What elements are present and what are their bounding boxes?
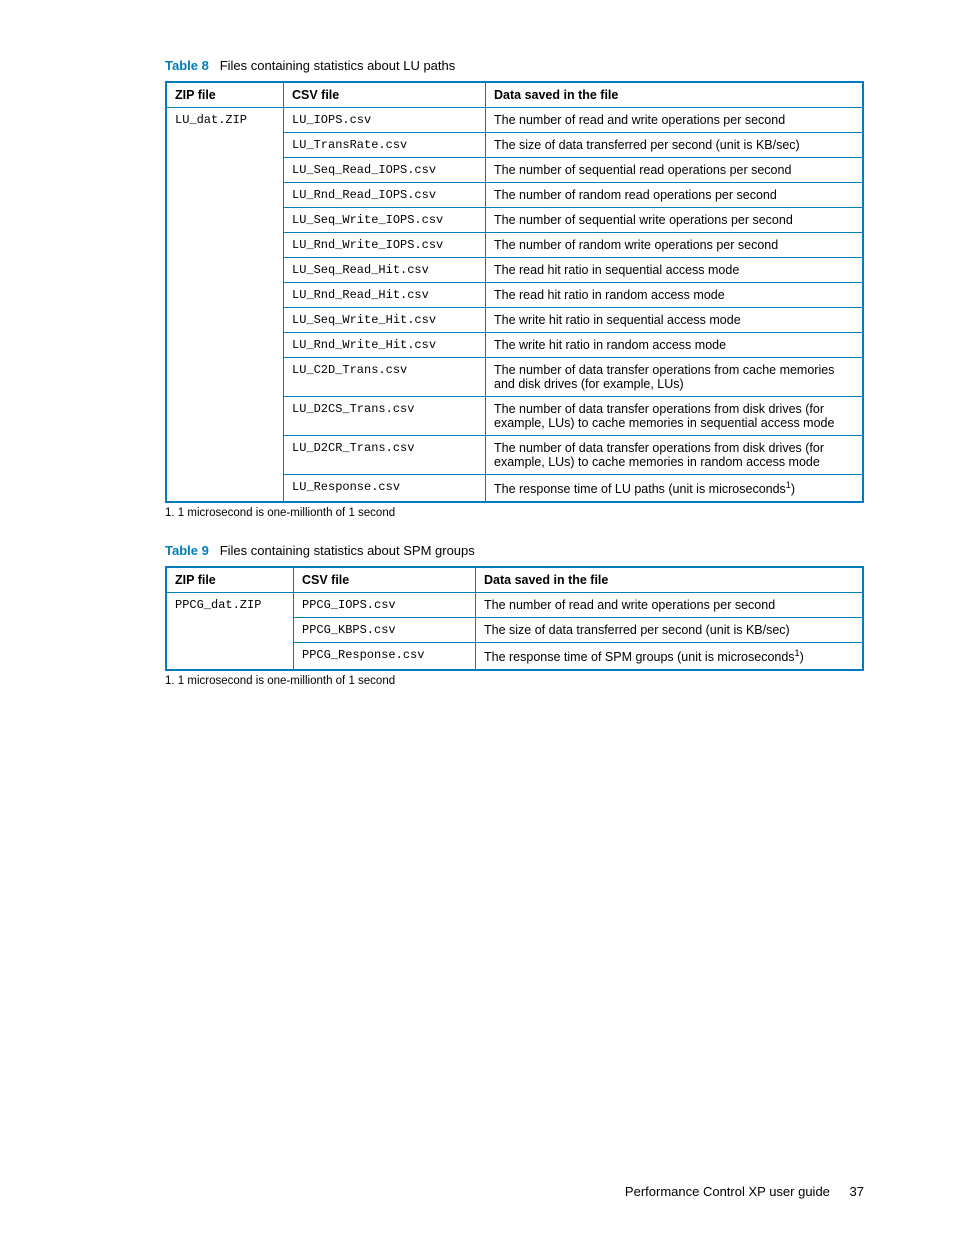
csv-cell: LU_Seq_Read_IOPS.csv bbox=[284, 158, 486, 183]
footer-page: 37 bbox=[850, 1184, 864, 1199]
desc-cell: The response time of SPM groups (unit is… bbox=[476, 643, 864, 671]
csv-cell: LU_Rnd_Read_Hit.csv bbox=[284, 283, 486, 308]
csv-cell: PPCG_IOPS.csv bbox=[294, 593, 476, 618]
desc-cell: The number of data transfer operations f… bbox=[486, 358, 864, 397]
footer-title: Performance Control XP user guide bbox=[625, 1184, 830, 1199]
table9: ZIP file CSV file Data saved in the file… bbox=[165, 566, 864, 671]
csv-cell: LU_Response.csv bbox=[284, 475, 486, 503]
table9-caption-text: Files containing statistics about SPM gr… bbox=[220, 543, 475, 558]
table8-header-data: Data saved in the file bbox=[486, 82, 864, 108]
desc-cell: The size of data transferred per second … bbox=[486, 133, 864, 158]
desc-cell: The number of random write operations pe… bbox=[486, 233, 864, 258]
csv-cell: PPCG_Response.csv bbox=[294, 643, 476, 671]
desc-cell: The number of sequential write operation… bbox=[486, 208, 864, 233]
table9-label: Table 9 bbox=[165, 543, 209, 558]
csv-cell: LU_Rnd_Write_Hit.csv bbox=[284, 333, 486, 358]
table8-label: Table 8 bbox=[165, 58, 209, 73]
csv-cell: LU_TransRate.csv bbox=[284, 133, 486, 158]
csv-cell: LU_Seq_Write_Hit.csv bbox=[284, 308, 486, 333]
table9-header-csv: CSV file bbox=[294, 567, 476, 593]
page-footer: Performance Control XP user guide 37 bbox=[625, 1184, 864, 1199]
table9-footnote: 1. 1 microsecond is one-millionth of 1 s… bbox=[165, 675, 864, 687]
desc-cell: The size of data transferred per second … bbox=[476, 618, 864, 643]
csv-cell: LU_Seq_Read_Hit.csv bbox=[284, 258, 486, 283]
table9-header-row: ZIP file CSV file Data saved in the file bbox=[166, 567, 863, 593]
table8: ZIP file CSV file Data saved in the file… bbox=[165, 81, 864, 503]
desc-cell: The number of sequential read operations… bbox=[486, 158, 864, 183]
table8-caption: Table 8 Files containing statistics abou… bbox=[165, 58, 864, 73]
zip-cell: LU_dat.ZIP bbox=[166, 108, 284, 503]
csv-cell: LU_D2CS_Trans.csv bbox=[284, 397, 486, 436]
desc-cell: The read hit ratio in random access mode bbox=[486, 283, 864, 308]
csv-cell: LU_IOPS.csv bbox=[284, 108, 486, 133]
table-row: PPCG_dat.ZIPPPCG_IOPS.csvThe number of r… bbox=[166, 593, 863, 618]
desc-cell: The number of data transfer operations f… bbox=[486, 436, 864, 475]
csv-cell: PPCG_KBPS.csv bbox=[294, 618, 476, 643]
desc-cell: The write hit ratio in random access mod… bbox=[486, 333, 864, 358]
desc-cell: The write hit ratio in sequential access… bbox=[486, 308, 864, 333]
desc-cell: The read hit ratio in sequential access … bbox=[486, 258, 864, 283]
csv-cell: LU_D2CR_Trans.csv bbox=[284, 436, 486, 475]
table8-header-csv: CSV file bbox=[284, 82, 486, 108]
desc-cell: The number of read and write operations … bbox=[476, 593, 864, 618]
csv-cell: LU_Rnd_Write_IOPS.csv bbox=[284, 233, 486, 258]
desc-cell: The response time of LU paths (unit is m… bbox=[486, 475, 864, 503]
csv-cell: LU_Seq_Write_IOPS.csv bbox=[284, 208, 486, 233]
table9-header-zip: ZIP file bbox=[166, 567, 294, 593]
table8-footnote: 1. 1 microsecond is one-millionth of 1 s… bbox=[165, 507, 864, 519]
desc-cell: The number of read and write operations … bbox=[486, 108, 864, 133]
zip-cell: PPCG_dat.ZIP bbox=[166, 593, 294, 671]
table8-header-row: ZIP file CSV file Data saved in the file bbox=[166, 82, 863, 108]
desc-cell: The number of data transfer operations f… bbox=[486, 397, 864, 436]
table9-header-data: Data saved in the file bbox=[476, 567, 864, 593]
table9-caption: Table 9 Files containing statistics abou… bbox=[165, 543, 864, 558]
table8-header-zip: ZIP file bbox=[166, 82, 284, 108]
table-row: LU_dat.ZIPLU_IOPS.csvThe number of read … bbox=[166, 108, 863, 133]
desc-cell: The number of random read operations per… bbox=[486, 183, 864, 208]
csv-cell: LU_C2D_Trans.csv bbox=[284, 358, 486, 397]
table8-caption-text: Files containing statistics about LU pat… bbox=[220, 58, 456, 73]
csv-cell: LU_Rnd_Read_IOPS.csv bbox=[284, 183, 486, 208]
